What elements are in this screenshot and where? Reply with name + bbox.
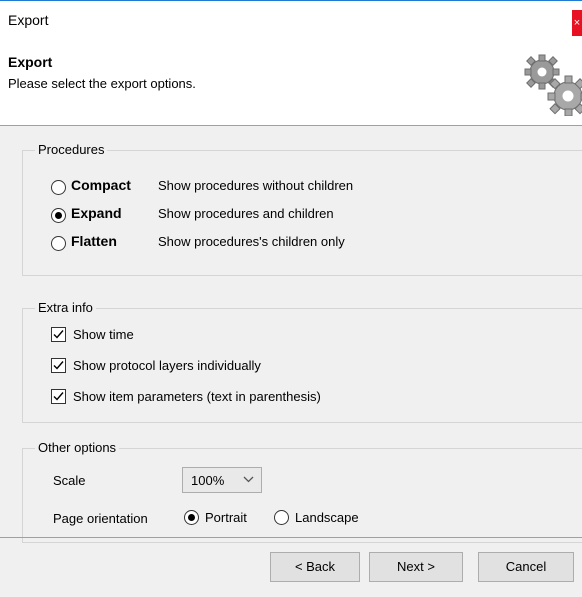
header-subtitle: Please select the export options. [8, 76, 196, 91]
show-item-parameters-label: Show item parameters (text in parenthesi… [73, 389, 321, 404]
window-title: Export [8, 12, 49, 28]
chevron-down-icon [243, 476, 254, 483]
procedure-option-expand[interactable]: Expand Show procedures and children [51, 205, 451, 224]
page-orientation-label: Page orientation [53, 511, 148, 526]
flatten-radio[interactable] [51, 235, 66, 251]
flatten-label: Flatten [71, 233, 117, 249]
portrait-radio[interactable] [184, 510, 199, 525]
show-item-parameters-checkbox[interactable] [51, 389, 66, 404]
show-protocol-layers-checkbox[interactable] [51, 358, 66, 373]
scale-value: 100% [191, 473, 225, 488]
procedures-legend: Procedures [35, 142, 108, 157]
flatten-description: Show procedures's children only [158, 234, 345, 249]
extra-info-legend: Extra info [35, 300, 96, 315]
portrait-label: Portrait [205, 510, 247, 525]
show-item-parameters-option[interactable]: Show item parameters (text in parenthesi… [51, 389, 321, 404]
gears-icon [520, 52, 582, 116]
close-button[interactable]: × [572, 10, 582, 36]
show-protocol-layers-label: Show protocol layers individually [73, 358, 261, 373]
scale-select[interactable]: 100% [182, 467, 262, 493]
compact-description: Show procedures without children [158, 178, 354, 193]
compact-radio[interactable] [51, 179, 66, 195]
expand-radio[interactable] [51, 207, 66, 223]
header-title: Export [8, 54, 53, 70]
compact-label: Compact [71, 177, 131, 193]
wizard-header: Export Please select the export options. [0, 42, 582, 126]
scale-label: Scale [53, 473, 86, 488]
expand-label: Expand [71, 205, 122, 221]
show-time-label: Show time [73, 327, 134, 342]
procedure-option-compact[interactable]: Compact Show procedures without children [51, 177, 451, 196]
landscape-radio[interactable] [274, 510, 289, 525]
other-options-legend: Other options [35, 440, 120, 455]
show-time-option[interactable]: Show time [51, 327, 134, 342]
show-protocol-layers-option[interactable]: Show protocol layers individually [51, 358, 261, 373]
footer-divider [0, 537, 582, 538]
landscape-label: Landscape [295, 510, 359, 525]
procedure-option-flatten[interactable]: Flatten Show procedures's children only [51, 233, 451, 252]
portrait-option[interactable]: Portrait [184, 510, 247, 525]
expand-description: Show procedures and children [158, 206, 334, 221]
show-time-checkbox[interactable] [51, 327, 66, 342]
title-bar: Export × [0, 0, 582, 42]
cancel-button[interactable]: Cancel [478, 552, 574, 582]
back-button[interactable]: < Back [270, 552, 360, 582]
next-button[interactable]: Next > [369, 552, 463, 582]
other-options-group: Other options [22, 440, 582, 543]
landscape-option[interactable]: Landscape [274, 510, 359, 525]
